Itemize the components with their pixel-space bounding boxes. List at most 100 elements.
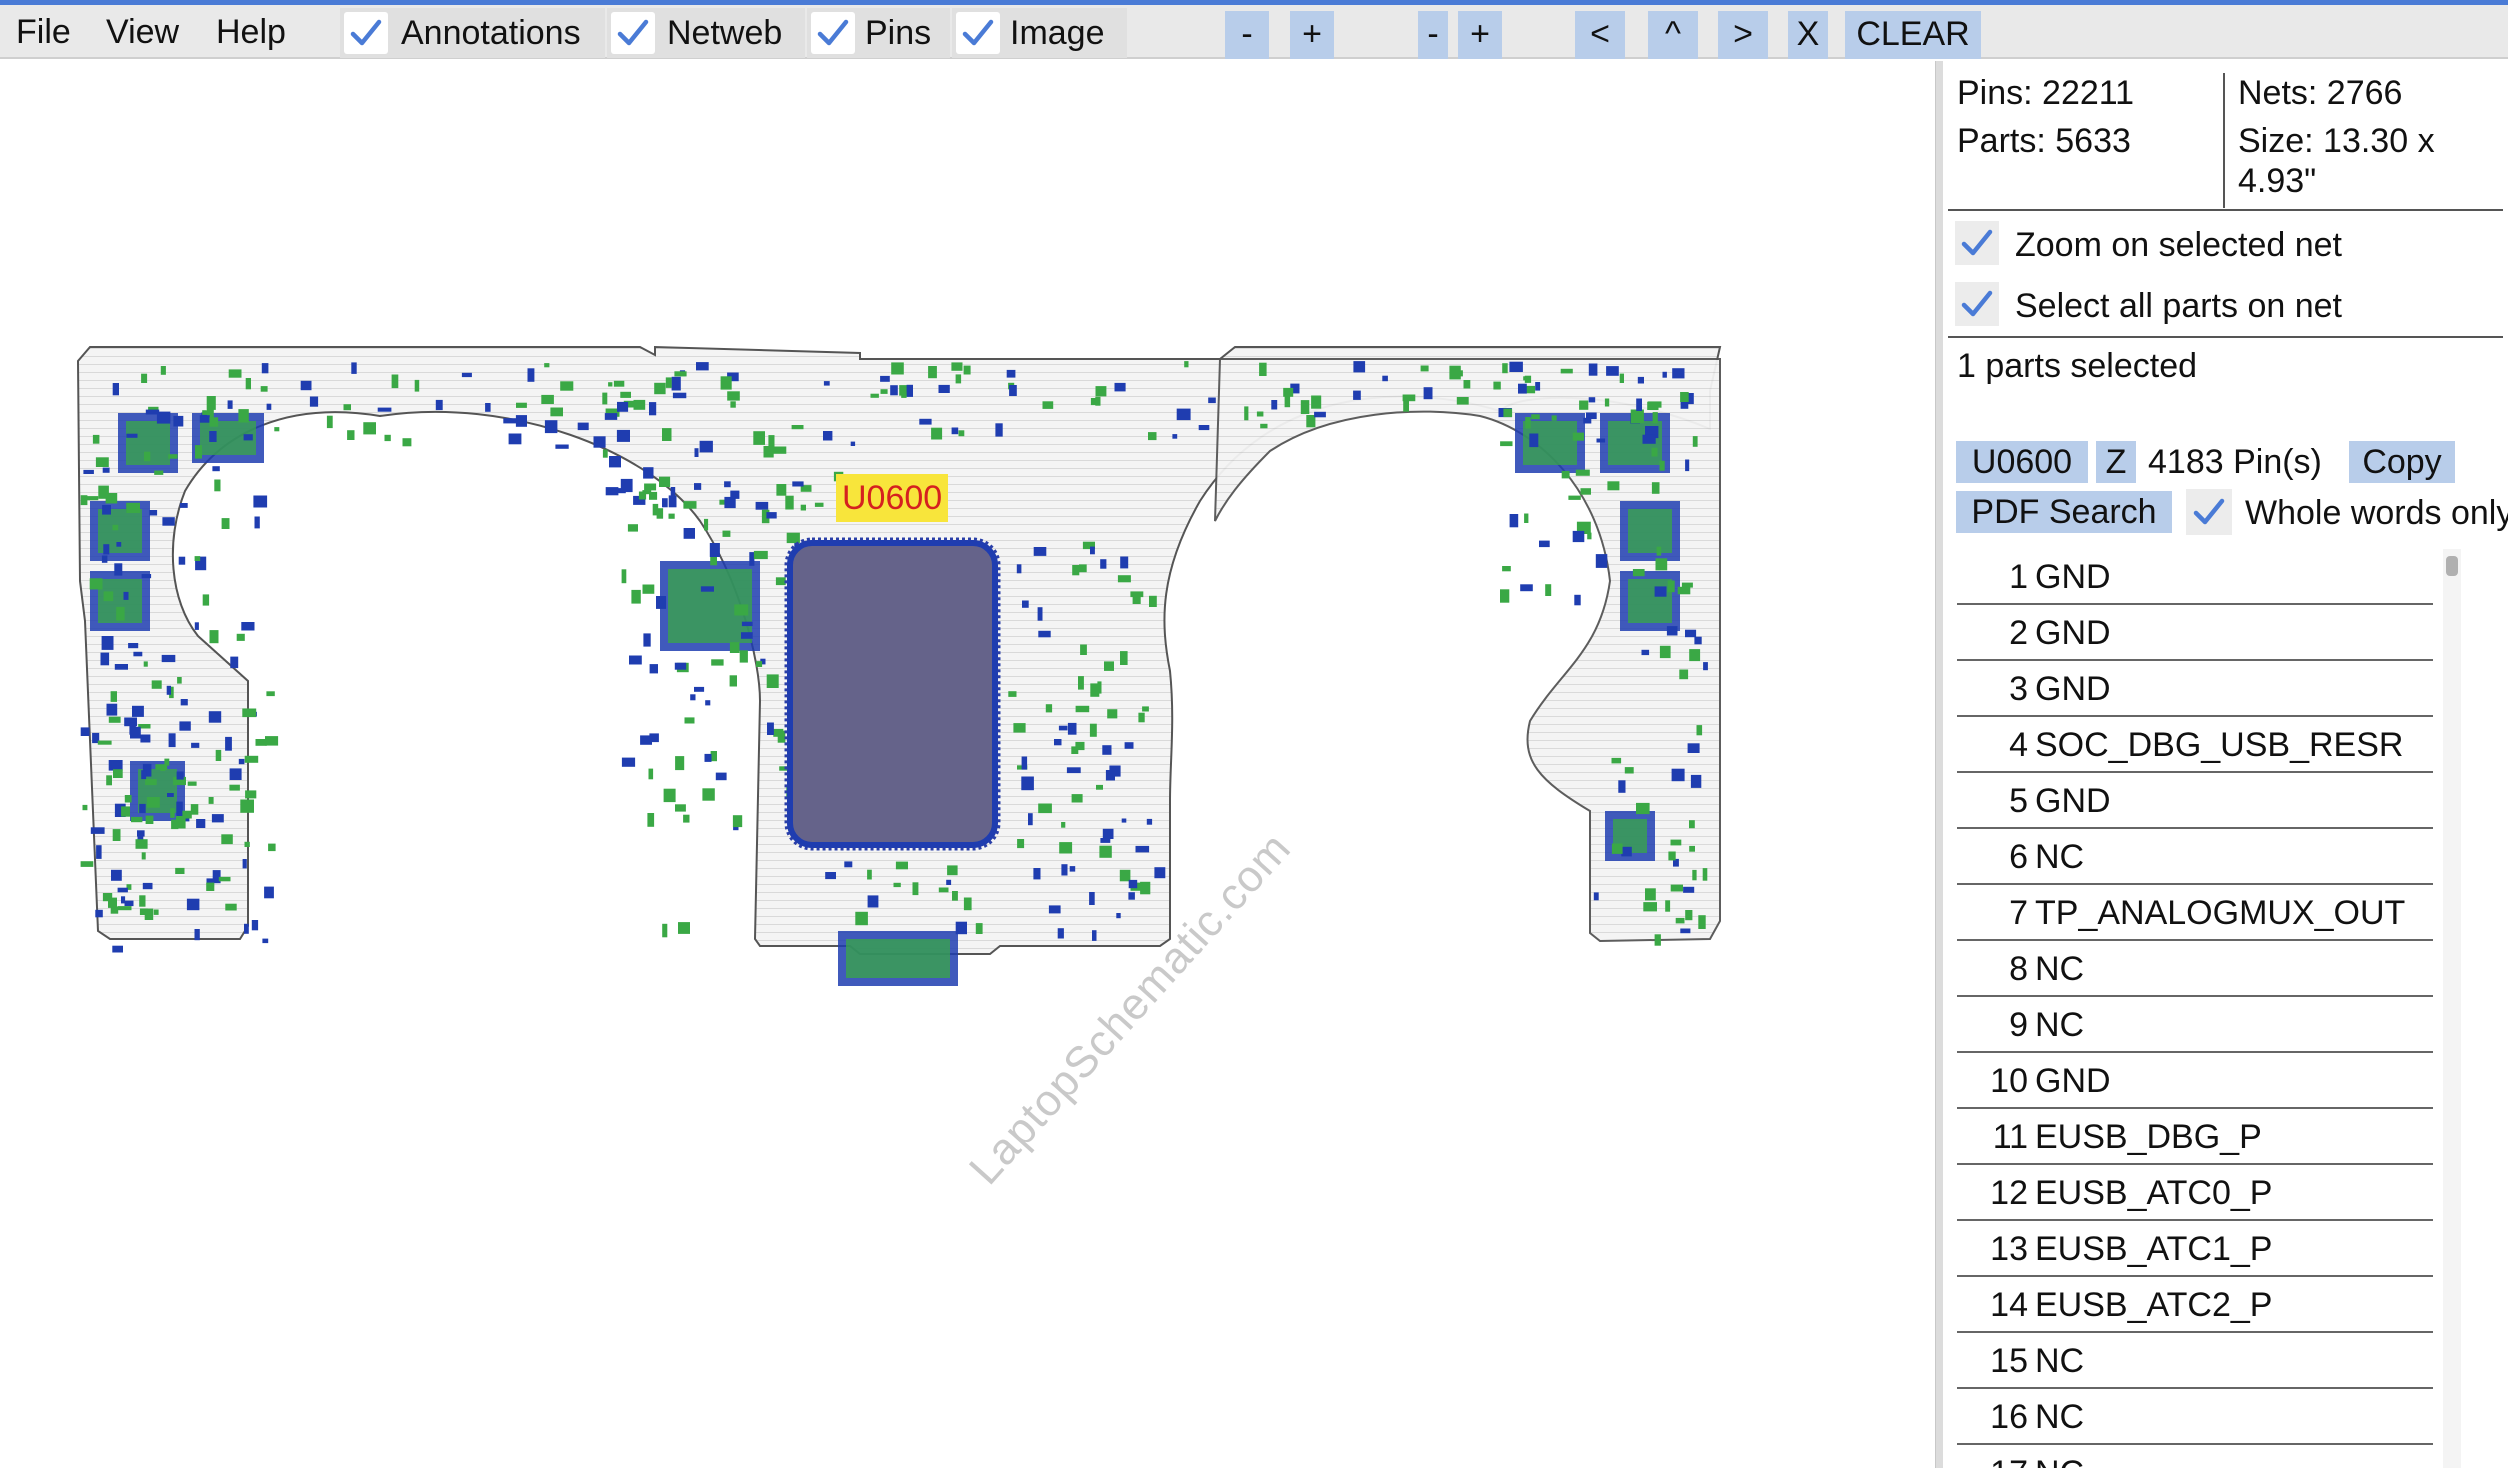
smd-component xyxy=(176,801,183,815)
smd-component xyxy=(1048,905,1061,914)
smd-component xyxy=(143,661,148,667)
smd-component xyxy=(1256,411,1264,417)
copy-button[interactable]: Copy xyxy=(2349,441,2455,483)
smd-component xyxy=(221,834,233,845)
smd-component xyxy=(1022,600,1029,608)
smd-component xyxy=(162,517,175,526)
pin-row[interactable]: 4 SOC_DBG_USB_RESR xyxy=(1957,717,2433,773)
pin-net-name: EUSB_DBG_P xyxy=(2035,1118,2262,1156)
menu-help[interactable]: Help xyxy=(208,13,294,51)
stats-divider xyxy=(2223,73,2225,208)
board-viewer[interactable]: U0600 LaptopSchematic.com xyxy=(0,61,1935,1468)
board-drawing[interactable] xyxy=(0,61,1935,1468)
pin-row[interactable]: 17 NC xyxy=(1957,1445,2433,1468)
smd-component xyxy=(1314,411,1326,418)
close-button[interactable]: X xyxy=(1788,11,1828,59)
pin-row[interactable]: 16 NC xyxy=(1957,1389,2433,1445)
pin-row[interactable]: 2 GND xyxy=(1957,605,2433,661)
pin-row[interactable]: 9 NC xyxy=(1957,997,2433,1053)
smd-component xyxy=(1655,558,1668,571)
smd-component xyxy=(1121,818,1127,823)
smd-component xyxy=(1680,402,1689,409)
smd-component xyxy=(768,435,775,447)
pin-row[interactable]: 8 NC xyxy=(1957,941,2433,997)
secondary-zoom-out-button[interactable]: - xyxy=(1418,11,1448,59)
panel-splitter[interactable] xyxy=(1935,61,1943,1468)
selected-part-label[interactable]: U0600 xyxy=(836,474,949,522)
pin-row[interactable]: 7 TP_ANALOGMUX_OUT xyxy=(1957,885,2433,941)
smd-component xyxy=(211,814,224,823)
smd-component xyxy=(753,431,765,445)
image-toggle[interactable]: Image xyxy=(952,8,1127,58)
pin-row[interactable]: 15 NC xyxy=(1957,1333,2433,1389)
annotations-toggle[interactable]: Annotations xyxy=(340,8,605,58)
netweb-toggle[interactable]: Netweb xyxy=(607,8,805,58)
smd-component xyxy=(103,591,114,602)
pin-row[interactable]: 5 GND xyxy=(1957,773,2433,829)
smd-component xyxy=(112,829,121,841)
smd-component xyxy=(946,879,952,885)
zoom-on-net-checkbox[interactable] xyxy=(1955,221,1999,265)
selected-chip-u0600[interactable] xyxy=(787,540,998,848)
pins-checkbox[interactable] xyxy=(811,12,855,54)
menu-view[interactable]: View xyxy=(98,13,187,51)
smd-component xyxy=(1089,892,1095,905)
up-button[interactable]: ^ xyxy=(1648,11,1698,59)
smd-component xyxy=(670,487,676,499)
secondary-zoom-in-button[interactable]: + xyxy=(1458,11,1502,59)
smd-component xyxy=(1679,669,1689,680)
image-label: Image xyxy=(1010,14,1105,52)
smd-component xyxy=(1670,839,1682,846)
smd-component xyxy=(620,391,631,398)
pin-row[interactable]: 3 GND xyxy=(1957,661,2433,717)
pin-list[interactable]: 1 GND 2 GND 3 GND 4 SOC_DBG_USB_RESR 5 GND 6 NC 7 TP_… xyxy=(1957,549,2437,1468)
pin-row[interactable]: 10 GND xyxy=(1957,1053,2433,1109)
next-button[interactable]: > xyxy=(1718,11,1768,59)
smd-component xyxy=(1632,569,1645,577)
netweb-checkbox[interactable] xyxy=(611,12,655,54)
select-all-parts-checkbox[interactable] xyxy=(1955,282,1999,326)
smd-component xyxy=(823,431,833,441)
pin-row[interactable]: 14 EUSB_ATC2_P xyxy=(1957,1277,2433,1333)
smd-component xyxy=(1596,438,1606,443)
clear-button[interactable]: CLEAR xyxy=(1845,11,1981,59)
previous-button[interactable]: < xyxy=(1575,11,1625,59)
smd-component xyxy=(727,391,740,401)
info-panel: Pins: 22211 Parts: 5633 Nets: 2766 Size:… xyxy=(1943,61,2508,1468)
smd-component xyxy=(730,401,736,408)
pin-row[interactable]: 11 EUSB_DBG_P xyxy=(1957,1109,2433,1165)
pin-row[interactable]: 1 GND xyxy=(1957,549,2433,605)
smd-component xyxy=(613,380,625,387)
smd-component xyxy=(1575,469,1590,476)
part-name-button[interactable]: U0600 xyxy=(1956,441,2088,483)
pdf-search-button[interactable]: PDF Search xyxy=(1956,491,2172,533)
smd-component xyxy=(101,636,114,650)
smd-component xyxy=(238,409,249,423)
smd-component xyxy=(1645,888,1656,901)
image-checkbox[interactable] xyxy=(956,12,1000,54)
smd-component xyxy=(1572,530,1585,543)
smd-component xyxy=(1069,866,1076,872)
pin-row[interactable]: 13 EUSB_ATC1_P xyxy=(1957,1221,2433,1277)
pin-row[interactable]: 12 EUSB_ATC0_P xyxy=(1957,1165,2433,1221)
smd-component xyxy=(620,478,633,493)
annotations-checkbox[interactable] xyxy=(344,12,388,54)
pin-number: 9 xyxy=(2009,1006,2028,1044)
pin-list-scroll-thumb[interactable] xyxy=(2446,556,2458,576)
smd-component xyxy=(80,727,90,736)
pin-row[interactable]: 6 NC xyxy=(1957,829,2433,885)
smd-component xyxy=(1033,868,1041,880)
pin-number: 11 xyxy=(1992,1118,2028,1156)
pins-toggle[interactable]: Pins xyxy=(807,8,950,58)
smd-component xyxy=(1702,868,1708,881)
zoom-in-button[interactable]: + xyxy=(1290,11,1334,59)
smd-component xyxy=(111,869,122,881)
whole-words-checkbox[interactable] xyxy=(2186,489,2232,535)
smd-component xyxy=(891,362,904,375)
smd-component xyxy=(190,804,199,815)
pin-list-scrollbar[interactable] xyxy=(2443,549,2461,1468)
zoom-part-button[interactable]: Z xyxy=(2096,441,2136,483)
pins-stat: Pins: 22211 xyxy=(1957,74,2135,112)
menu-file[interactable]: File xyxy=(8,13,79,51)
zoom-out-button[interactable]: - xyxy=(1225,11,1269,59)
